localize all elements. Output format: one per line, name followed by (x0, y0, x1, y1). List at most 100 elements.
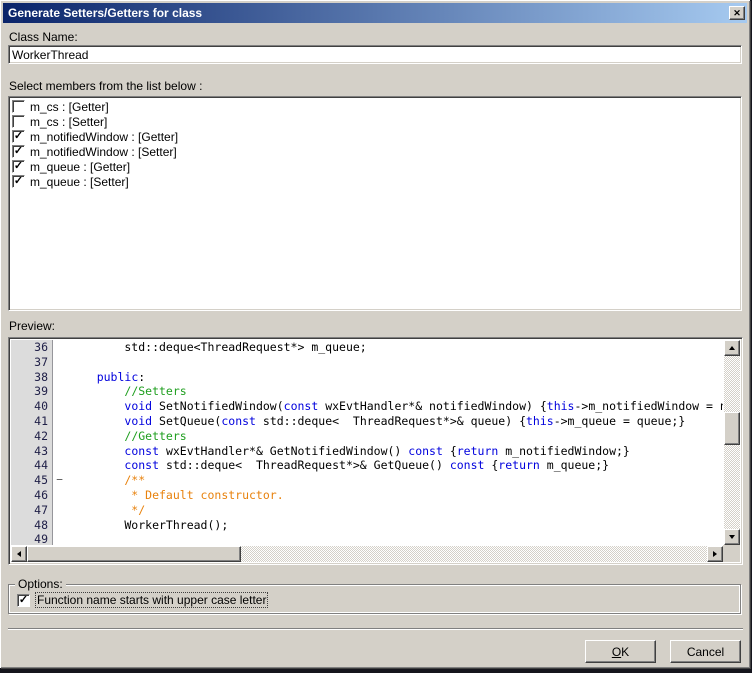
class-name-input[interactable] (8, 45, 742, 64)
scroll-right-button[interactable] (707, 546, 723, 562)
code-text: const wxEvtHandler*& GetNotifiedWindow()… (66, 444, 630, 459)
code-line: 38 public: (11, 370, 723, 385)
code-text: void SetNotifiedWindow(const wxEvtHandle… (66, 399, 723, 414)
vertical-scrollbar[interactable] (724, 340, 740, 545)
close-icon: ✕ (733, 9, 741, 18)
dialog-window: Generate Setters/Getters for class ✕ Cla… (0, 0, 750, 668)
code-line: 39 //Setters (11, 384, 723, 399)
options-group: Options: ✓ Function name starts with upp… (8, 584, 741, 614)
code-text: std::deque<ThreadRequest*> m_queue; (66, 340, 367, 355)
preview-pane: 36 std::deque<ThreadRequest*> m_queue;37… (8, 337, 743, 565)
member-checkbox[interactable]: ✓ (12, 160, 25, 173)
line-number: 40 (11, 399, 53, 414)
line-number: 48 (11, 518, 53, 533)
scroll-up-icon (729, 343, 735, 350)
uppercase-option-checkbox[interactable]: ✓ (17, 594, 30, 607)
fold-margin-cell (53, 503, 66, 518)
member-checkbox[interactable]: ✓ (12, 175, 25, 188)
line-number: 41 (11, 414, 53, 429)
scroll-down-button[interactable] (724, 529, 740, 545)
member-item[interactable]: ✓ m_notifiedWindow : [Setter] (10, 144, 740, 159)
member-label: m_queue : [Setter] (30, 175, 129, 189)
line-number: 39 (11, 384, 53, 399)
scroll-right-icon (713, 551, 720, 557)
fold-margin-cell (53, 488, 66, 503)
code-text: void SetQueue(const std::deque< ThreadRe… (66, 414, 685, 429)
member-item[interactable]: ✓ m_queue : [Setter] (10, 174, 740, 189)
fold-margin-cell (53, 429, 66, 444)
uppercase-option-label[interactable]: Function name starts with upper case let… (36, 593, 267, 607)
line-number: 42 (11, 429, 53, 444)
code-editor[interactable]: 36 std::deque<ThreadRequest*> m_queue;37… (11, 340, 723, 545)
fold-margin-cell (53, 458, 66, 473)
uppercase-option-row[interactable]: ✓ Function name starts with upper case l… (17, 593, 267, 607)
member-label: m_cs : [Getter] (30, 100, 109, 114)
line-number: 37 (11, 355, 53, 370)
line-number: 46 (11, 488, 53, 503)
line-number: 36 (11, 340, 53, 355)
code-text: /** (66, 473, 145, 488)
code-line: 43 const wxEvtHandler*& GetNotifiedWindo… (11, 444, 723, 459)
scroll-up-button[interactable] (724, 340, 740, 356)
code-line: 46 * Default constructor. (11, 488, 723, 503)
line-number: 38 (11, 370, 53, 385)
code-line: 45− /** (11, 473, 723, 488)
member-label: m_notifiedWindow : [Getter] (30, 130, 178, 144)
member-checkbox[interactable]: ✓ (12, 145, 25, 158)
line-number: 47 (11, 503, 53, 518)
cancel-button[interactable]: Cancel (670, 640, 741, 663)
code-line: 42 //Getters (11, 429, 723, 444)
preview-label: Preview: (9, 319, 55, 333)
member-checkbox[interactable] (12, 115, 25, 128)
code-text: //Getters (66, 429, 187, 444)
member-checkbox[interactable]: ✓ (12, 130, 25, 143)
line-number: 45 (11, 473, 53, 488)
line-number: 49 (11, 532, 53, 545)
fold-margin-cell (53, 518, 66, 533)
code-line: 47 */ (11, 503, 723, 518)
fold-margin-cell (53, 399, 66, 414)
fold-margin-cell (53, 414, 66, 429)
line-number: 43 (11, 444, 53, 459)
class-name-label: Class Name: (9, 30, 78, 44)
vertical-scroll-thumb[interactable] (724, 412, 740, 445)
fold-margin-cell (53, 370, 66, 385)
code-line: 41 void SetQueue(const std::deque< Threa… (11, 414, 723, 429)
scroll-left-button[interactable] (11, 546, 27, 562)
titlebar[interactable]: Generate Setters/Getters for class ✕ (3, 3, 747, 23)
horizontal-scroll-track[interactable] (27, 546, 707, 562)
close-button[interactable]: ✕ (729, 6, 745, 20)
member-label: m_notifiedWindow : [Setter] (30, 145, 177, 159)
code-line: 37 (11, 355, 723, 370)
code-text (66, 532, 69, 545)
member-item[interactable]: ✓ m_queue : [Getter] (10, 159, 740, 174)
member-label: m_cs : [Setter] (30, 115, 107, 129)
member-checkbox[interactable] (12, 100, 25, 113)
code-line: 44 const std::deque< ThreadRequest*>& Ge… (11, 458, 723, 473)
members-list[interactable]: m_cs : [Getter]m_cs : [Setter] ✓ m_notifie… (8, 96, 742, 311)
member-label: m_queue : [Getter] (30, 160, 130, 174)
fold-marker-icon[interactable]: − (53, 473, 66, 488)
member-item[interactable]: ✓ m_notifiedWindow : [Getter] (10, 129, 740, 144)
code-line: 48 WorkerThread(); (11, 518, 723, 533)
button-divider (8, 628, 743, 630)
code-text (66, 355, 69, 370)
line-number: 44 (11, 458, 53, 473)
horizontal-scrollbar[interactable] (11, 546, 723, 562)
member-item[interactable]: m_cs : [Getter] (10, 99, 740, 114)
scroll-down-icon (729, 535, 735, 542)
member-item[interactable]: m_cs : [Setter] (10, 114, 740, 129)
members-label: Select members from the list below : (9, 79, 202, 93)
code-text: * Default constructor. (66, 488, 284, 503)
dialog-title: Generate Setters/Getters for class (3, 6, 729, 20)
fold-margin-cell (53, 532, 66, 545)
horizontal-scroll-thumb[interactable] (27, 546, 241, 562)
code-text: WorkerThread(); (66, 518, 228, 533)
code-line: 36 std::deque<ThreadRequest*> m_queue; (11, 340, 723, 355)
ok-button[interactable]: OK (585, 640, 656, 663)
options-group-label: Options: (15, 577, 66, 591)
fold-margin-cell (53, 355, 66, 370)
vertical-scroll-track[interactable] (724, 356, 740, 529)
code-text: const std::deque< ThreadRequest*>& GetQu… (66, 458, 609, 473)
code-line: 49 (11, 532, 723, 545)
